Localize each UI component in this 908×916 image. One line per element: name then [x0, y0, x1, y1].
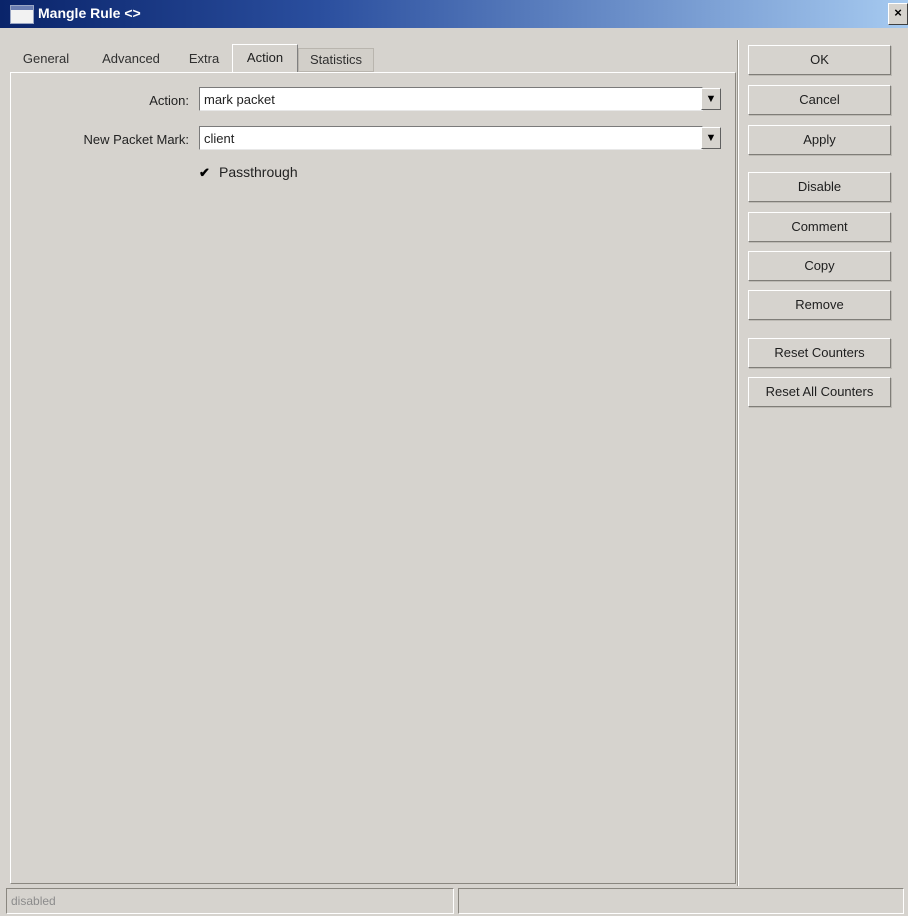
ok-button[interactable]: OK [748, 45, 891, 75]
reset-all-counters-button[interactable]: Reset All Counters [748, 377, 891, 407]
passthrough-label: Passthrough [219, 164, 298, 180]
remove-button[interactable]: Remove [748, 290, 891, 320]
new-packet-mark-label: New Packet Mark: [83, 132, 189, 147]
action-field[interactable]: mark packet [199, 87, 703, 111]
copy-button[interactable]: Copy [748, 251, 891, 281]
close-icon[interactable]: × [888, 3, 908, 25]
tab-extra[interactable]: Extra [182, 48, 226, 70]
status-state: disabled [6, 888, 454, 914]
apply-button[interactable]: Apply [748, 125, 891, 155]
tab-statistics[interactable]: Statistics [298, 48, 374, 72]
tab-action[interactable]: Action [232, 44, 298, 73]
reset-counters-button[interactable]: Reset Counters [748, 338, 891, 368]
tab-general[interactable]: General [10, 48, 82, 70]
panel-divider [737, 40, 739, 886]
cancel-button[interactable]: Cancel [748, 85, 891, 115]
tab-advanced[interactable]: Advanced [86, 48, 176, 70]
passthrough-checkbox[interactable]: ✔ [199, 166, 213, 180]
window-title: Mangle Rule <> [38, 5, 141, 21]
status-bar: disabled [0, 886, 908, 916]
window-icon [10, 5, 34, 24]
comment-button[interactable]: Comment [748, 212, 891, 242]
status-extra [458, 888, 904, 914]
action-panel: Action: mark packet ▼ New Packet Mark: c… [10, 72, 736, 884]
title-bar[interactable]: Mangle Rule <> × [0, 0, 908, 28]
new-packet-mark-field[interactable]: client [199, 126, 703, 150]
mangle-rule-window: Mangle Rule <> × General Advanced Extra … [0, 0, 908, 916]
new-packet-mark-dropdown-icon[interactable]: ▼ [701, 127, 721, 149]
disable-button[interactable]: Disable [748, 172, 891, 202]
action-dropdown-icon[interactable]: ▼ [701, 88, 721, 110]
action-label: Action: [149, 93, 189, 108]
